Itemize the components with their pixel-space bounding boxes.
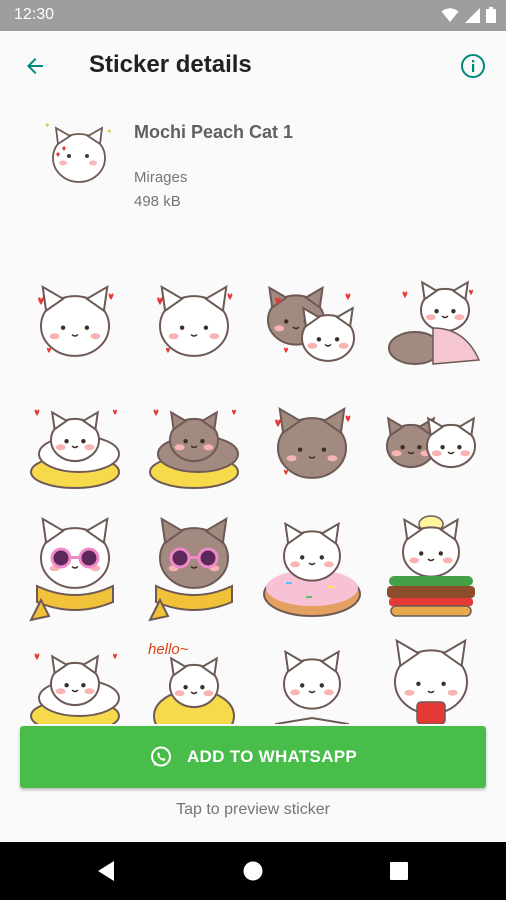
sticker-item[interactable] (19, 390, 131, 502)
pack-publisher: Mirages (134, 169, 188, 186)
sticker-grid: hello~ (16, 268, 490, 724)
status-bar: 12:30 (0, 0, 506, 31)
sticker-item[interactable] (375, 634, 487, 724)
pack-name: Mochi Peach Cat 1 (134, 122, 294, 142)
whatsapp-icon (150, 746, 171, 767)
nav-back-button[interactable] (91, 856, 121, 886)
add-button-label: ADD TO WHATSAPP (186, 747, 358, 766)
cellular-signal-icon (465, 7, 480, 23)
svg-text:✦: ✦ (106, 127, 113, 136)
sticker-item[interactable] (19, 512, 131, 624)
back-button[interactable] (14, 45, 56, 87)
navigation-bar (0, 842, 506, 900)
info-button[interactable] (452, 45, 494, 87)
sticker-item[interactable] (375, 390, 487, 502)
bottom-panel: ADD TO WHATSAPP Tap to preview sticker (0, 724, 506, 842)
nav-recents-icon (390, 862, 408, 880)
preview-hint: Tap to preview sticker (176, 801, 330, 818)
nav-back-icon (98, 861, 114, 881)
sticker-item[interactable] (256, 268, 368, 380)
add-to-whatsapp-button[interactable]: ADD TO WHATSAPP (20, 726, 486, 788)
sticker-item[interactable] (19, 268, 131, 380)
sticker-item[interactable] (138, 512, 250, 624)
svg-text:hello~: hello~ (148, 641, 189, 658)
sticker-item[interactable] (256, 390, 368, 502)
sticker-item[interactable] (375, 512, 487, 624)
wifi-icon (441, 8, 459, 22)
sticker-item[interactable] (138, 268, 250, 380)
nav-recents-button[interactable] (384, 856, 414, 886)
sticker-item[interactable]: hello~ (138, 634, 250, 724)
info-icon (461, 54, 485, 78)
pack-tray-image: ✦ ✦ (40, 116, 118, 194)
status-icons (441, 7, 496, 23)
pack-header: ✦ ✦ Mochi Peach Cat 1 Mirages 498 kB (0, 101, 506, 241)
sticker-item[interactable] (256, 634, 368, 724)
sticker-item[interactable] (138, 390, 250, 502)
battery-icon (486, 7, 496, 23)
sticker-item[interactable] (375, 268, 487, 380)
nav-home-icon (243, 861, 263, 881)
pack-size: 498 kB (134, 193, 181, 210)
page-title: Sticker details (89, 51, 252, 78)
status-time: 12:30 (14, 6, 55, 23)
app-bar: Sticker details (0, 31, 506, 101)
arrow-back-icon (27, 58, 43, 74)
sticker-item[interactable] (256, 512, 368, 624)
sticker-item[interactable] (19, 634, 131, 724)
nav-home-button[interactable] (238, 856, 268, 886)
svg-text:✦: ✦ (44, 121, 51, 130)
